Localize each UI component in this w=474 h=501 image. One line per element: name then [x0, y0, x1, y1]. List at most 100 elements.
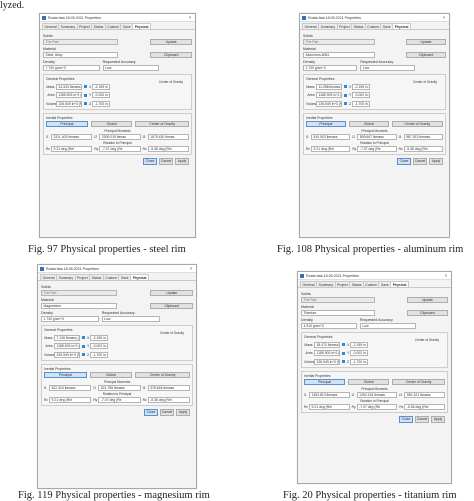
copy-icon[interactable]: [82, 353, 85, 356]
apply-button[interactable]: Apply: [429, 158, 443, 165]
tab-physical[interactable]: Physical: [390, 281, 409, 287]
material-select[interactable]: Titanium: [301, 309, 375, 316]
cog-y-field[interactable]: -0.002 in (Relative: [92, 92, 110, 98]
cog-z-field[interactable]: -1.700 in (Relative: [92, 100, 110, 107]
i2-field[interactable]: 521.785 lbmass: [98, 384, 141, 391]
solids-select[interactable]: The Part: [301, 296, 375, 303]
tab-physical[interactable]: Physical: [130, 274, 149, 280]
global-button[interactable]: Global: [89, 371, 133, 378]
cog-z-field[interactable]: -1.700 in (Relative: [90, 351, 108, 358]
clipboard-button[interactable]: Clipboard: [150, 51, 192, 58]
i1-field[interactable]: 810.503 lbmass: [311, 133, 351, 140]
i2-field[interactable]: 2309.019 lbmas: [99, 133, 141, 140]
material-select[interactable]: Magnesium: [41, 302, 117, 309]
mass-field[interactable]: 7.126 lbmass (Rel: [54, 334, 80, 341]
accuracy-select[interactable]: Low: [102, 65, 160, 71]
clipboard-button[interactable]: Clipboard: [150, 302, 193, 309]
copy-icon[interactable]: [84, 102, 87, 105]
i3-field[interactable]: 587.513 lbmass: [403, 133, 443, 140]
tab-summary[interactable]: Summary: [316, 281, 336, 287]
principal-button[interactable]: Principal: [44, 371, 87, 378]
close-button[interactable]: Close: [143, 158, 157, 165]
tab-custom[interactable]: Custom: [362, 281, 380, 287]
copy-icon[interactable]: [84, 85, 87, 88]
solids-select[interactable]: The Part: [303, 38, 375, 45]
rx-field[interactable]: 9.21 deg (Rel: [51, 146, 93, 152]
update-button[interactable]: Update: [406, 296, 448, 303]
cog-x-field[interactable]: -2.159 in (Relative: [90, 334, 108, 341]
tab-physical[interactable]: Physical: [392, 23, 411, 29]
tab-status[interactable]: Status: [349, 281, 364, 287]
area-field[interactable]: 1185.903 in^2 (Rel: [54, 343, 80, 349]
density-field[interactable]: 7.700 g/cm^3: [43, 65, 100, 71]
apply-button[interactable]: Apply: [431, 416, 445, 423]
ry-field[interactable]: -7.07 deg (Re: [99, 146, 141, 152]
center-of-gravity-button[interactable]: Center of Gravity: [135, 371, 190, 378]
cog-z-field[interactable]: -1.700 in (Relative: [350, 358, 368, 365]
tab-general[interactable]: General: [42, 23, 60, 29]
copy-icon[interactable]: [82, 344, 85, 348]
ry-field[interactable]: -7.07 deg (Re: [356, 404, 398, 410]
i1-field[interactable]: 1353.813 lbmass: [309, 391, 350, 398]
area-field[interactable]: 1185.903 in^2 (Rel: [316, 92, 342, 98]
principal-button[interactable]: Principal: [304, 378, 346, 385]
density-field[interactable]: 4.510 g/cm^3: [301, 323, 357, 329]
rz-field[interactable]: -5.36 deg (Rel: [147, 146, 189, 152]
cog-x-field[interactable]: -2.159 in (Relative: [350, 341, 368, 348]
tab-general[interactable]: General: [300, 281, 318, 287]
rx-field[interactable]: 9.21 deg (Rel: [49, 397, 92, 403]
density-field[interactable]: 1.740 g/cm^3: [41, 316, 99, 322]
update-button[interactable]: Update: [405, 38, 446, 45]
copy-icon[interactable]: [344, 102, 347, 105]
update-button[interactable]: Update: [150, 289, 193, 296]
cog-y-field[interactable]: -0.002 in (Relative: [90, 343, 108, 349]
tab-project[interactable]: Project: [76, 23, 93, 29]
i1-field[interactable]: 2311.403 lbmass: [51, 133, 93, 140]
tab-custom[interactable]: Custom: [102, 274, 120, 280]
tab-summary[interactable]: Summary: [56, 274, 76, 280]
close-button[interactable]: Close: [399, 416, 413, 423]
clipboard-button[interactable]: Clipboard: [406, 309, 448, 316]
cog-y-field[interactable]: -0.002 in (Relative: [350, 350, 368, 356]
tab-summary[interactable]: Summary: [318, 23, 338, 29]
rz-field[interactable]: -5.36 deg (Rel: [403, 146, 443, 152]
center-of-gravity-button[interactable]: Center of Gravity: [135, 120, 190, 127]
tab-general[interactable]: General: [302, 23, 320, 29]
volume-field[interactable]: 226.549 in^3 (Rela: [316, 100, 342, 107]
volume-field[interactable]: 226.549 in^3 (Rela: [314, 358, 340, 365]
i3-field[interactable]: 981.321 lbmass: [404, 391, 446, 398]
mass-field[interactable]: 11.058 lbmass (Rel: [316, 83, 342, 90]
cog-y-field[interactable]: -0.002 in (Relative: [352, 92, 370, 98]
area-field[interactable]: 1185.903 in^2 (Rel: [314, 350, 340, 356]
rz-field[interactable]: -5.36 deg (Rel: [147, 397, 190, 403]
tab-custom[interactable]: Custom: [364, 23, 382, 29]
tab-summary[interactable]: Summary: [58, 23, 78, 29]
solids-select[interactable]: The Part: [41, 289, 117, 296]
cog-z-field[interactable]: -1.700 in (Relative: [352, 100, 370, 107]
tab-project[interactable]: Project: [336, 23, 353, 29]
close-button[interactable]: Close: [144, 409, 158, 416]
density-field[interactable]: 2.700 g/cm^3: [303, 65, 358, 71]
copy-icon[interactable]: [84, 93, 87, 97]
material-select[interactable]: Steel, Alloy: [43, 51, 118, 58]
cog-x-field[interactable]: -2.159 in (Relative: [352, 83, 370, 90]
area-field[interactable]: 1185.903 in^2 (Rel: [56, 92, 82, 98]
close-window-icon[interactable]: ×: [187, 15, 193, 20]
global-button[interactable]: Global: [348, 378, 390, 385]
accuracy-select[interactable]: Low: [359, 323, 416, 329]
close-window-icon[interactable]: ×: [443, 273, 449, 278]
mass-field[interactable]: 31.533 lbmass (Rel: [56, 83, 82, 90]
volume-field[interactable]: 226.549 in^3 (Rela: [56, 100, 82, 107]
update-button[interactable]: Update: [150, 38, 192, 45]
cancel-button[interactable]: Cancel: [413, 158, 427, 165]
mass-field[interactable]: 18.470 lbmass (Rel: [314, 341, 340, 348]
principal-button[interactable]: Principal: [46, 120, 88, 127]
copy-icon[interactable]: [342, 343, 345, 346]
i2-field[interactable]: 809.667 lbmass: [357, 133, 397, 140]
copy-icon[interactable]: [82, 336, 85, 339]
copy-icon[interactable]: [342, 351, 345, 355]
clipboard-button[interactable]: Clipboard: [405, 51, 446, 58]
close-window-icon[interactable]: ×: [441, 15, 447, 20]
accuracy-select[interactable]: Low: [360, 65, 415, 71]
tab-status[interactable]: Status: [89, 274, 104, 280]
